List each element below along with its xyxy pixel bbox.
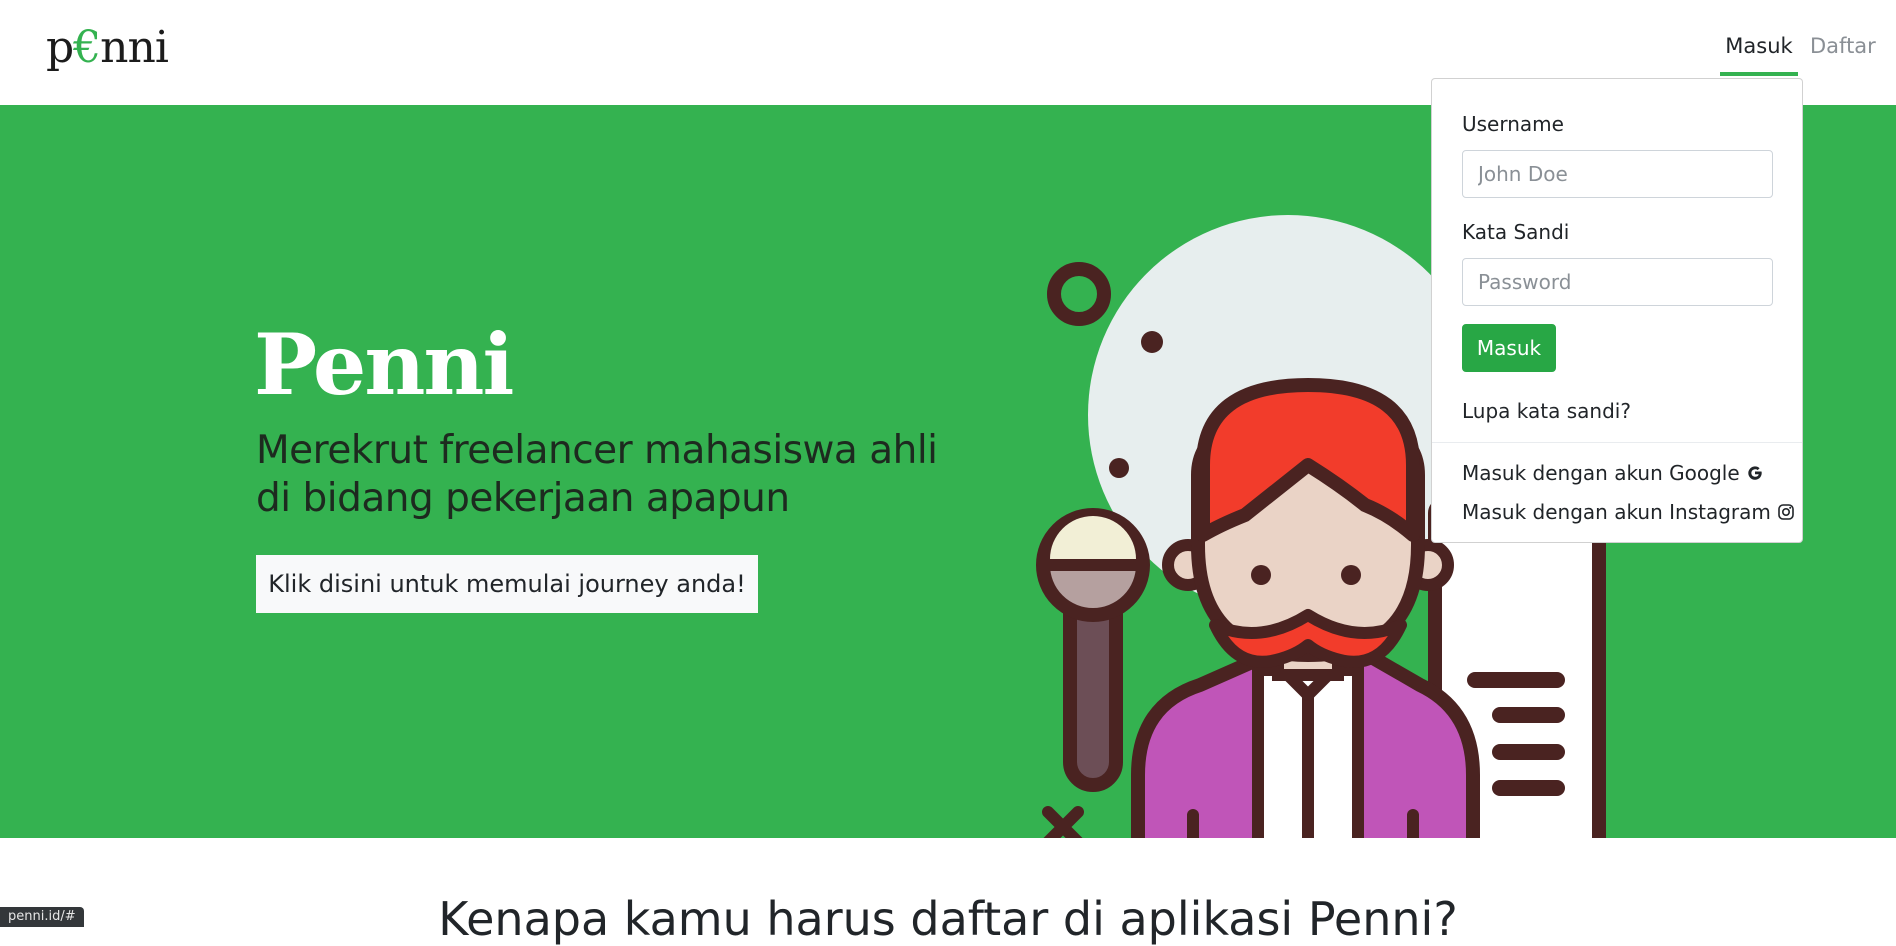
deco-dot [1109,458,1129,478]
username-input[interactable] [1462,150,1773,198]
nav-login-link[interactable]: Masuk [1720,34,1798,76]
username-label: Username [1462,112,1564,136]
google-login-link[interactable]: Masuk dengan akun Google [1462,461,1764,485]
password-label: Kata Sandi [1462,220,1570,244]
link-status-bar: penni.id/# [0,907,84,927]
hero-title: Penni [254,315,514,414]
forgot-password-link[interactable]: Lupa kata sandi? [1462,399,1631,423]
brand-euro: € [73,22,101,73]
brand-suffix: nni [100,22,169,73]
left-eye [1251,565,1271,585]
deco-dot [1141,331,1163,353]
instagram-login-link[interactable]: Masuk dengan akun Instagram [1462,500,1795,524]
deco-x-mark [1042,806,1084,838]
deco-ring [1047,262,1111,326]
instagram-login-label: Masuk dengan akun Instagram [1462,500,1771,524]
dropdown-divider [1432,442,1802,443]
password-input[interactable] [1462,258,1773,306]
login-submit-button[interactable]: Masuk [1462,324,1556,372]
google-login-label: Masuk dengan akun Google [1462,461,1740,485]
why-register-heading: Kenapa kamu harus daftar di aplikasi Pen… [438,892,1458,946]
instagram-icon [1778,504,1794,520]
google-icon [1747,466,1762,480]
nav-register-link[interactable]: Daftar [1810,34,1876,58]
hero-subtitle: Merekrut freelancer mahasiswa ahli di bi… [256,428,938,521]
brand-prefix: p [46,22,74,73]
login-dropdown: Username Kata Sandi Masuk Lupa kata sand… [1431,78,1803,543]
right-eye [1341,565,1361,585]
brand-logo[interactable]: p€nni [46,22,169,73]
start-journey-button[interactable]: Klik disini untuk memulai journey anda! [256,555,758,613]
